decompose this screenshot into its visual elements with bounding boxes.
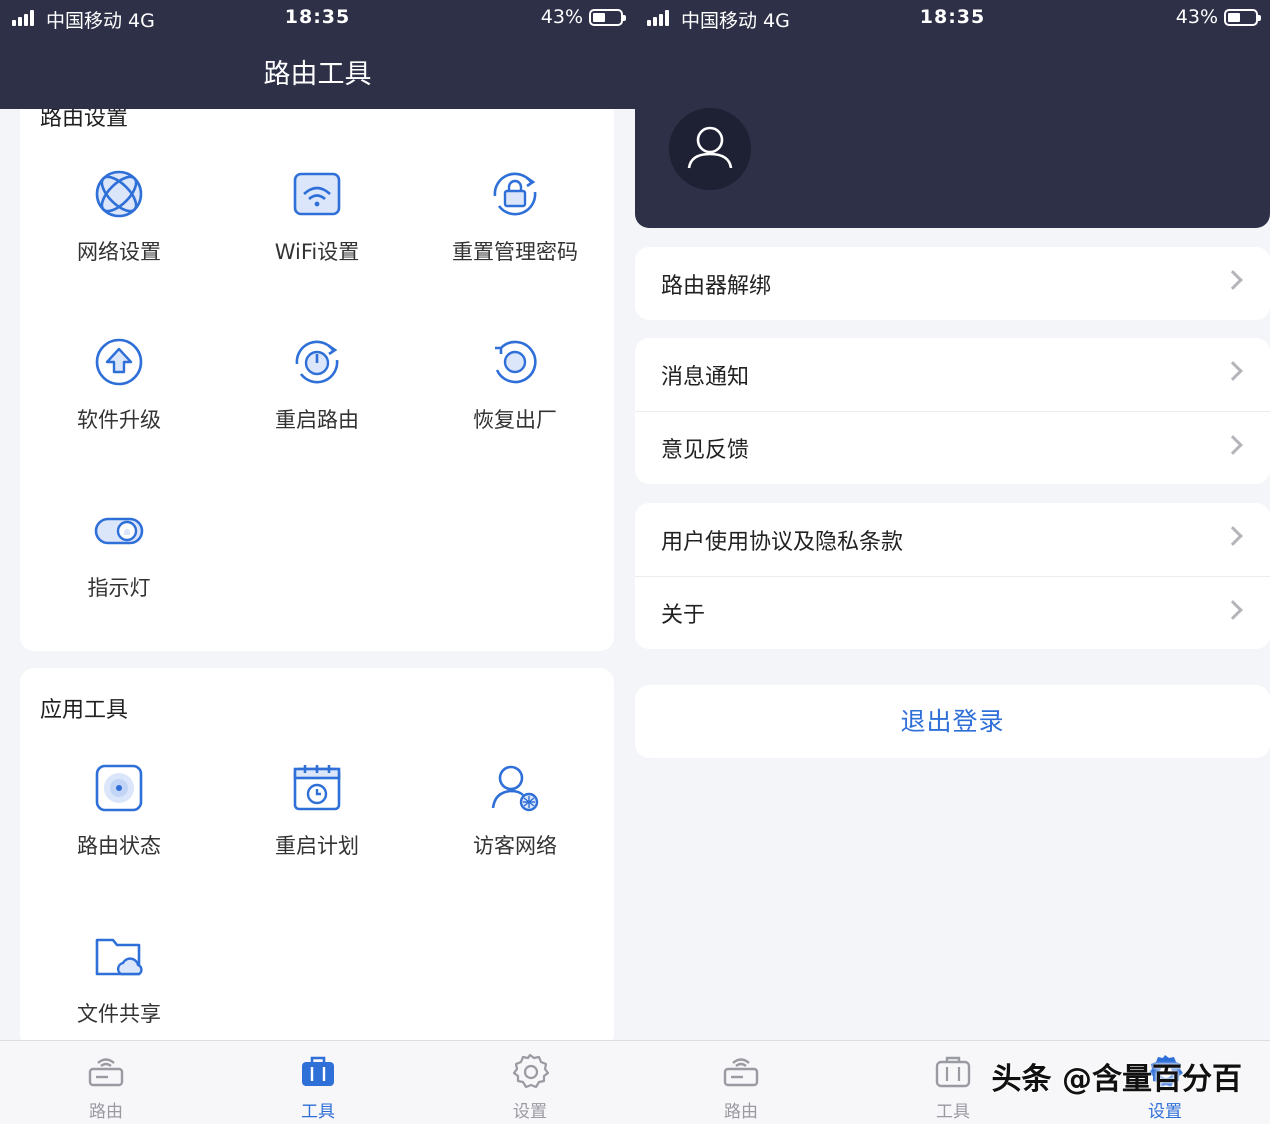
tab-label: 设置	[1148, 1102, 1182, 1122]
toolbox-icon	[933, 1051, 973, 1091]
row-label: 意见反馈	[661, 438, 750, 463]
clock: 18:35	[284, 6, 351, 28]
status-bar: 中国移动 4G 18:35 43%	[0, 0, 635, 36]
row-user-agreement[interactable]: 用户使用协议及隐私条款	[635, 503, 1270, 576]
tool-label: 文件共享	[77, 1002, 161, 1026]
battery-icon	[1224, 8, 1261, 26]
tool-label: 重启路由	[275, 408, 359, 432]
settings-group-about: 用户使用协议及隐私条款 关于	[635, 503, 1270, 649]
battery-percent: 43%	[540, 6, 583, 28]
tool-file-sharing[interactable]: 文件共享	[20, 928, 218, 1028]
folder-cloud-icon	[91, 928, 147, 984]
globe-icon	[91, 166, 147, 222]
tab-label: 路由	[724, 1102, 758, 1122]
tool-factory-reset[interactable]: 恢复出厂	[416, 334, 614, 434]
logout-button[interactable]: 退出登录	[635, 685, 1270, 758]
chevron-right-icon	[1223, 435, 1243, 455]
bottom-tab-bar: 路由 工具 设置	[0, 1040, 635, 1124]
upgrade-icon	[91, 334, 147, 390]
calendar-clock-icon	[289, 760, 345, 816]
row-unbind-router[interactable]: 路由器解绑	[635, 247, 1270, 320]
user-icon	[687, 126, 733, 169]
tools-screen: 路由 设置 网络设置 WiFi设置 重置管理密码 软件升级 重启路由 恢复出厂 指…	[0, 0, 635, 1124]
router-settings-card: 路由设置 网络设置 WiFi设置 重置管理密码 软件升级 重启路由 恢复出厂 指…	[20, 80, 614, 651]
tab-tools[interactable]: 工具	[212, 1051, 424, 1122]
row-about[interactable]: 关于	[635, 576, 1270, 649]
row-feedback[interactable]: 意见反馈	[635, 411, 1270, 484]
clock: 18:35	[919, 6, 986, 28]
battery-icon	[589, 8, 626, 26]
battery-status: 43%	[540, 6, 626, 28]
tool-restart-schedule[interactable]: 重启计划	[218, 760, 416, 860]
settings-group-router: 路由器解绑	[635, 247, 1270, 320]
tool-label: 软件升级	[77, 408, 161, 432]
section-title-app-tools: 应用工具	[40, 698, 129, 723]
toolbox-icon	[298, 1051, 338, 1091]
battery-percent: 43%	[1175, 6, 1218, 28]
tool-guest-network[interactable]: 访客网络	[416, 760, 614, 860]
tool-label: 恢复出厂	[473, 408, 557, 432]
tool-wifi-settings[interactable]: WiFi设置	[218, 166, 416, 266]
chevron-right-icon	[1223, 270, 1243, 290]
wifi-icon	[289, 166, 345, 222]
row-label: 用户使用协议及隐私条款	[661, 529, 904, 555]
tool-indicator-light[interactable]: 指示灯	[20, 502, 218, 602]
lock-reset-icon	[487, 166, 543, 222]
router-status-icon	[91, 760, 147, 816]
tool-label: 指示灯	[87, 576, 151, 600]
tool-label: WiFi设置	[274, 240, 360, 264]
status-bar: 中国移动 4G 18:35 43%	[635, 0, 1270, 36]
gear-icon	[510, 1051, 550, 1091]
tool-reset-admin-password[interactable]: 重置管理密码	[416, 166, 614, 266]
tab-label: 路由	[89, 1102, 123, 1122]
row-notifications[interactable]: 消息通知	[635, 338, 1270, 411]
row-label: 关于	[661, 603, 706, 628]
page-title: 路由工具	[263, 59, 372, 90]
watermark-text: 头条 @含量百分百	[991, 1062, 1242, 1097]
tool-restart-router[interactable]: 重启路由	[218, 334, 416, 434]
tab-router[interactable]: 路由	[635, 1051, 847, 1122]
tool-software-upgrade[interactable]: 软件升级	[20, 334, 218, 434]
row-label: 路由器解绑	[661, 273, 772, 299]
tab-router[interactable]: 路由	[0, 1051, 212, 1122]
restart-icon	[289, 334, 345, 390]
settings-screen: 中国移动 4G 18:35 43% 路由器解绑 消息通知 意见反馈 用户使用协议…	[635, 0, 1270, 1124]
tab-label: 工具	[301, 1102, 335, 1122]
tool-label: 访客网络	[473, 834, 557, 858]
factory-reset-icon	[487, 334, 543, 390]
tool-router-status[interactable]: 路由状态	[20, 760, 218, 860]
chevron-right-icon	[1223, 600, 1243, 620]
tab-settings[interactable]: 设置	[424, 1051, 635, 1122]
app-tools-card: 应用工具 路由状态 重启计划 访客网络 文件共享	[20, 668, 614, 1048]
router-icon	[721, 1051, 761, 1091]
settings-group-messages: 消息通知 意见反馈	[635, 338, 1270, 484]
avatar[interactable]	[669, 108, 751, 190]
router-icon	[86, 1051, 126, 1091]
guest-user-icon	[487, 760, 543, 816]
tab-label: 工具	[936, 1102, 970, 1122]
tool-label: 重启计划	[275, 834, 359, 858]
tool-label: 路由状态	[77, 834, 161, 858]
tool-label: 网络设置	[77, 240, 161, 264]
chevron-right-icon	[1223, 361, 1243, 381]
tool-label: 重置管理密码	[452, 240, 578, 264]
tab-label: 设置	[513, 1102, 547, 1122]
tool-network-settings[interactable]: 网络设置	[20, 166, 218, 266]
row-label: 消息通知	[661, 364, 750, 390]
indicator-light-icon	[91, 502, 147, 558]
battery-status: 43%	[1175, 6, 1261, 28]
chevron-right-icon	[1223, 526, 1243, 546]
